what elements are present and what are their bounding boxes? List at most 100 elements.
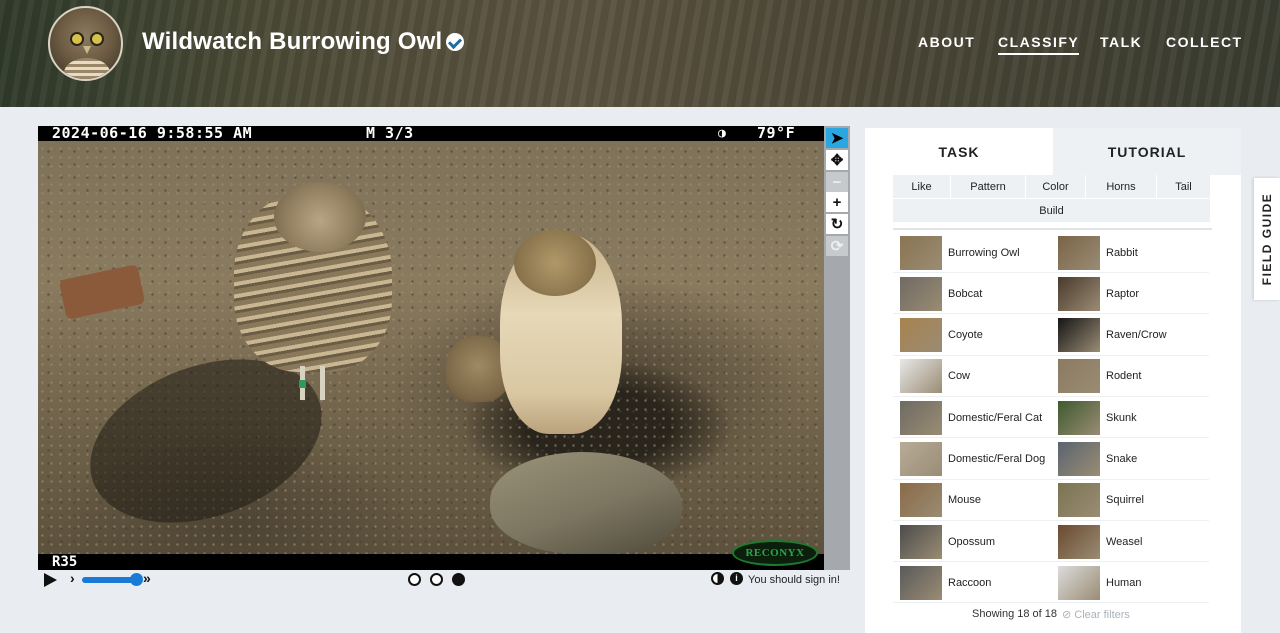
camera-footer: R35 (38, 554, 824, 570)
choice-label: Raptor (1106, 287, 1140, 300)
choice-label: Opossum (948, 535, 996, 548)
choice-label: Cow (948, 370, 971, 383)
choice-label: Snake (1106, 453, 1138, 465)
project-header: Wildwatch Burrowing Owl ABOUT CLASSIFY T… (0, 0, 1280, 107)
choice-cow[interactable]: Cow (893, 357, 1051, 397)
reset-icon[interactable]: ⟳ (826, 236, 848, 256)
filter-bar: Like Pattern Color Horns Tail Build (893, 175, 1211, 223)
image-toolbar: ➤ ✥ − + ↻ ⟳ (824, 126, 850, 570)
choice-label: Domestic/Feral Cat (948, 411, 1043, 424)
choice-thumbnail (1058, 400, 1100, 435)
choice-thumbnail (900, 318, 942, 353)
filter-like[interactable]: Like (893, 175, 951, 199)
choice-label: Raccoon (948, 576, 992, 589)
choice-thumbnail (900, 565, 942, 600)
choice-thumbnail (1058, 359, 1100, 394)
choice-skunk[interactable]: Skunk (1051, 398, 1209, 439)
choice-thumbnail (1058, 318, 1100, 353)
project-title[interactable]: Wildwatch Burrowing Owl (142, 28, 442, 56)
camera-id: R35 (52, 554, 78, 570)
choice-mouse[interactable]: Mouse (893, 481, 1051, 521)
choice-thumbnail (900, 400, 942, 435)
choice-raptor[interactable]: Raptor (1051, 274, 1209, 315)
nav-about[interactable]: ABOUT (918, 34, 975, 50)
choice-label: Human (1106, 576, 1142, 589)
clear-filters-button[interactable]: ⊘ Clear filters (1062, 608, 1130, 621)
project-avatar[interactable] (48, 6, 123, 81)
play-button[interactable] (44, 573, 57, 587)
choice-human[interactable]: Human (1051, 563, 1209, 604)
sign-in-message[interactable]: You should sign in! (748, 574, 840, 586)
invert-colors-icon[interactable] (711, 572, 724, 585)
camera-info-bar: 2024-06-16 9:58:55 AM M 3/3 ◑ 79°F (38, 126, 824, 141)
choice-thumbnail (900, 235, 942, 270)
filter-build[interactable]: Build (893, 199, 1211, 223)
verified-icon (446, 33, 464, 51)
choice-domestic-feral-dog[interactable]: Domestic/Feral Dog (893, 440, 1051, 480)
choice-thumbnail (900, 524, 942, 559)
choice-weasel[interactable]: Weasel (1051, 522, 1209, 563)
choice-thumbnail (900, 276, 942, 311)
filter-color[interactable]: Color (1026, 175, 1086, 199)
choice-thumbnail (900, 483, 942, 518)
choice-domestic-feral-cat[interactable]: Domestic/Feral Cat (893, 398, 1051, 439)
filter-tail[interactable]: Tail (1157, 175, 1211, 199)
choice-raven-crow[interactable]: Raven/Crow (1051, 316, 1209, 356)
frame-dot-2[interactable] (430, 573, 443, 586)
filter-horns[interactable]: Horns (1086, 175, 1157, 199)
choice-thumbnail (1058, 565, 1100, 600)
field-guide-tab[interactable]: FIELD GUIDE (1254, 178, 1280, 300)
filter-pattern[interactable]: Pattern (951, 175, 1026, 199)
pointer-icon[interactable]: ➤ (826, 128, 848, 148)
info-icon[interactable]: i (730, 572, 743, 585)
choice-label: Skunk (1106, 411, 1137, 424)
clear-filters-label: Clear filters (1074, 609, 1130, 621)
choice-label: Rabbit (1106, 246, 1138, 259)
choice-label: Raven/Crow (1106, 329, 1167, 342)
frame-dot-1[interactable] (408, 573, 421, 586)
nav-collect[interactable]: COLLECT (1166, 34, 1243, 50)
rotate-icon[interactable]: ↻ (826, 214, 848, 234)
choice-raccoon[interactable]: Raccoon (893, 563, 1051, 604)
frame-dot-3[interactable] (452, 573, 465, 586)
choice-label: Burrowing Owl (948, 246, 1020, 259)
camera-mode: M 3/3 (366, 126, 414, 142)
choice-opossum[interactable]: Opossum (893, 522, 1051, 563)
choice-thumbnail (900, 359, 942, 394)
nav-classify[interactable]: CLASSIFY (998, 34, 1080, 55)
nav-talk[interactable]: TALK (1100, 34, 1142, 50)
moon-phase-icon: ◑ (718, 126, 727, 141)
choice-label: Weasel (1106, 535, 1143, 548)
choice-label: Squirrel (1106, 494, 1144, 507)
choice-rabbit[interactable]: Rabbit (1051, 233, 1209, 273)
divider (893, 228, 1212, 230)
choice-burrowing-owl[interactable]: Burrowing Owl (893, 233, 1051, 273)
choice-squirrel[interactable]: Squirrel (1051, 481, 1209, 521)
faster-icon[interactable]: » (143, 570, 151, 586)
subject-image[interactable]: 2024-06-16 9:58:55 AM M 3/3 ◑ 79°F R35 R… (38, 126, 824, 570)
zoom-out-icon[interactable]: − (826, 172, 848, 192)
choice-thumbnail (1058, 235, 1100, 270)
choice-snake[interactable]: Snake (1051, 440, 1209, 480)
choice-label: Coyote (948, 329, 983, 342)
choice-bobcat[interactable]: Bobcat (893, 274, 1051, 315)
choice-label: Rodent (1106, 370, 1142, 383)
choice-rodent[interactable]: Rodent (1051, 357, 1209, 397)
owl-juvenile (500, 230, 622, 434)
showing-count: Showing 18 of 18 (972, 608, 1058, 620)
choice-thumbnail (900, 442, 942, 476)
choice-coyote[interactable]: Coyote (893, 316, 1051, 356)
slower-icon[interactable]: › (70, 570, 75, 586)
tab-tutorial[interactable]: TUTORIAL (1053, 128, 1241, 175)
zoom-in-icon[interactable]: + (826, 192, 848, 212)
choice-label: Mouse (948, 494, 982, 507)
task-panel: TASK TUTORIAL Like Pattern Color Horns T… (865, 128, 1241, 633)
speed-slider-handle[interactable] (130, 573, 143, 586)
field-guide-label: FIELD GUIDE (1260, 192, 1274, 286)
choice-thumbnail (1058, 483, 1100, 518)
owl-adult (234, 182, 392, 372)
rock (490, 452, 682, 554)
tab-task[interactable]: TASK (865, 128, 1053, 175)
move-icon[interactable]: ✥ (826, 150, 848, 170)
choice-thumbnail (1058, 442, 1100, 476)
